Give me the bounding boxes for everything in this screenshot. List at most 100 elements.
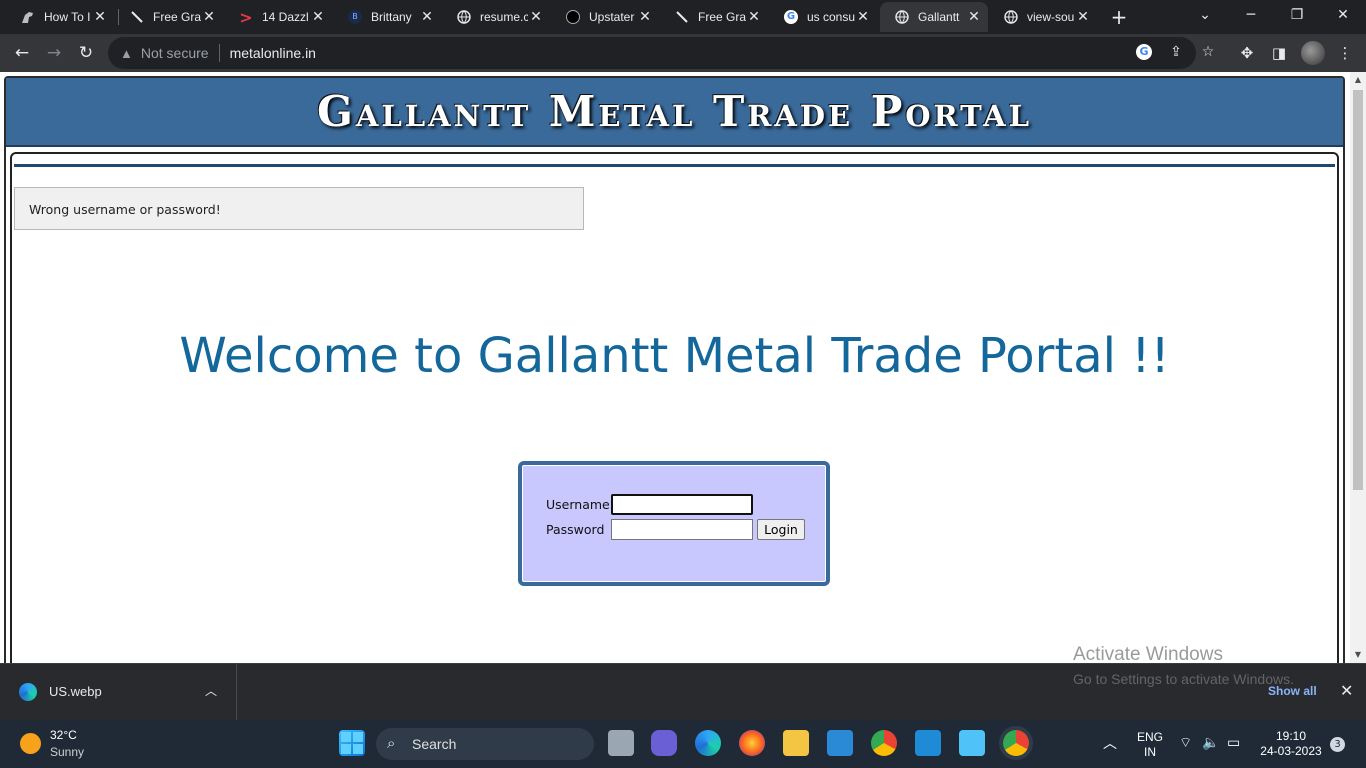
security-label[interactable]: Not secure — [141, 45, 209, 61]
password-input[interactable] — [611, 519, 753, 540]
tab-title: Gallantt — [918, 10, 960, 24]
horse-icon — [20, 9, 36, 25]
password-label: Password — [546, 522, 605, 537]
warning-triangle-icon[interactable]: ▲ — [120, 46, 133, 61]
lang-line-1: ENG — [1136, 730, 1163, 744]
close-tab-icon[interactable]: ✕ — [966, 9, 982, 25]
page-viewport: Gallantt Metal Trade Portal Wrong userna… — [0, 72, 1366, 663]
notepad-icon[interactable] — [959, 730, 985, 756]
tab-title: us consu — [807, 10, 855, 24]
globe-icon — [894, 9, 910, 25]
scroll-up-arrow-icon[interactable]: ▲ — [1350, 72, 1366, 88]
close-window-button[interactable]: ✕ — [1320, 0, 1366, 30]
bookmark-star-icon[interactable]: ☆ — [1198, 42, 1218, 62]
activate-windows-watermark-line2: Go to Settings to activate Windows. — [1073, 669, 1294, 687]
notification-badge[interactable]: 3 — [1330, 737, 1345, 752]
chevron-red-icon: > — [239, 7, 253, 27]
scroll-thumb[interactable] — [1353, 90, 1363, 490]
reload-icon[interactable]: ↻ — [74, 41, 98, 65]
tab-9-active[interactable]: Gallantt ✕ — [880, 2, 988, 32]
mail-icon[interactable] — [827, 730, 853, 756]
tab-4[interactable]: B Brittany ✕ — [333, 2, 441, 32]
close-tab-icon[interactable]: ✕ — [419, 9, 435, 25]
tab-title: Free Gra — [698, 10, 746, 24]
tab-6[interactable]: Upstater ✕ — [551, 2, 659, 32]
tab-title: 14 Dazzl — [262, 10, 309, 24]
scroll-down-arrow-icon[interactable]: ▼ — [1350, 647, 1366, 663]
tab-7[interactable]: Free Gra ✕ — [660, 2, 768, 32]
maximize-button[interactable]: ❐ — [1274, 0, 1320, 30]
download-item[interactable]: US.webp ︿ — [0, 664, 237, 721]
letter-b-icon: B — [347, 9, 363, 25]
profile-avatar[interactable] — [1301, 41, 1325, 65]
page-scrollbar[interactable]: ▲ ▼ — [1350, 72, 1366, 663]
address-bar[interactable]: ▲ Not secure metalonline.in — [108, 37, 1196, 69]
taskbar-search[interactable]: ⌕ Search — [376, 728, 594, 760]
address-divider — [218, 44, 220, 62]
google-lens-icon[interactable]: G — [1134, 42, 1154, 62]
clock[interactable]: 19:10 24-03-2023 — [1258, 729, 1324, 759]
windows-start-icon[interactable] — [339, 730, 365, 756]
battery-icon[interactable]: ▭ — [1227, 734, 1240, 751]
close-tab-icon[interactable]: ✕ — [310, 9, 326, 25]
sun-icon[interactable] — [20, 733, 41, 754]
download-file-name[interactable]: US.webp — [49, 684, 102, 699]
watermark-line-1: Activate Windows — [1073, 644, 1223, 663]
volume-icon[interactable]: 🔈 — [1202, 734, 1219, 751]
close-tab-icon[interactable]: ✕ — [201, 9, 217, 25]
weather-temp[interactable]: 32°C — [50, 728, 77, 742]
close-tab-icon[interactable]: ✕ — [92, 9, 108, 25]
portal-banner: Gallantt Metal Trade Portal — [6, 78, 1343, 147]
weather-condition[interactable]: Sunny — [50, 745, 84, 759]
close-tab-icon[interactable]: ✕ — [528, 9, 544, 25]
chevron-up-icon[interactable]: ︿ — [1103, 733, 1117, 753]
firefox-icon[interactable] — [739, 730, 765, 756]
tab-1[interactable]: How To I ✕ — [6, 2, 114, 32]
tab-title: Upstater — [589, 10, 635, 24]
task-view-icon[interactable] — [608, 730, 634, 756]
language-indicator[interactable]: ENG IN — [1136, 730, 1164, 760]
url-text[interactable]: metalonline.in — [230, 45, 316, 61]
menu-dots-icon[interactable]: ⋮ — [1334, 42, 1356, 64]
chevron-up-icon[interactable]: ︿ — [205, 682, 217, 699]
side-panel-icon[interactable]: ◨ — [1268, 42, 1290, 64]
file-explorer-icon[interactable] — [783, 730, 809, 756]
close-tab-icon[interactable]: ✕ — [746, 9, 762, 25]
edge-browser-icon[interactable] — [695, 730, 721, 756]
close-tab-icon[interactable]: ✕ — [637, 9, 653, 25]
clock-time: 19:10 — [1275, 729, 1307, 743]
tab-search-chevron-icon[interactable]: ⌄ — [1182, 0, 1228, 30]
username-input[interactable] — [611, 494, 753, 515]
close-icon[interactable]: ✕ — [1340, 681, 1353, 700]
tab-8[interactable]: G us consu ✕ — [769, 2, 877, 32]
vscode-icon[interactable] — [915, 730, 941, 756]
download-bar: US.webp ︿ Go to Settings to activate Win… — [0, 663, 1366, 721]
activate-windows-watermark: Activate Windows — [1073, 644, 1223, 663]
browser-toolbar: ← → ↻ ▲ Not secure metalonline.in G ⇪ ☆ … — [0, 34, 1366, 72]
error-message-box: Wrong username or password! — [14, 187, 584, 230]
share-icon[interactable]: ⇪ — [1166, 42, 1186, 62]
chrome-profile-icon[interactable] — [1003, 730, 1029, 756]
forward-arrow-icon[interactable]: → — [42, 41, 66, 65]
back-arrow-icon[interactable]: ← — [10, 41, 34, 65]
wifi-icon[interactable]: ⌔ — [1179, 734, 1192, 752]
clock-date: 24-03-2023 — [1260, 744, 1322, 758]
tab-3[interactable]: > 14 Dazzl ✕ — [224, 2, 332, 32]
new-tab-button[interactable]: + — [1108, 6, 1130, 28]
close-tab-icon[interactable]: ✕ — [855, 9, 871, 25]
header-rule — [14, 164, 1335, 167]
show-all-button[interactable]: Show all — [1268, 684, 1317, 698]
content-area: Wrong username or password! Welcome to G… — [10, 152, 1339, 663]
extensions-puzzle-icon[interactable]: ✥ — [1236, 42, 1258, 64]
lang-line-2: IN — [1144, 745, 1156, 759]
tab-5[interactable]: resume.c ✕ — [442, 2, 550, 32]
teams-chat-icon[interactable] — [651, 730, 677, 756]
tab-10[interactable]: view-sou ✕ — [989, 2, 1097, 32]
google-icon: G — [783, 9, 799, 25]
watermark-line-2: Go to Settings to activate Windows. — [1073, 671, 1294, 687]
login-button[interactable]: Login — [757, 519, 805, 540]
close-tab-icon[interactable]: ✕ — [1075, 9, 1091, 25]
tab-2[interactable]: Free Gra ✕ — [115, 2, 223, 32]
chrome-icon[interactable] — [871, 730, 897, 756]
minimize-button[interactable]: ─ — [1228, 0, 1274, 30]
